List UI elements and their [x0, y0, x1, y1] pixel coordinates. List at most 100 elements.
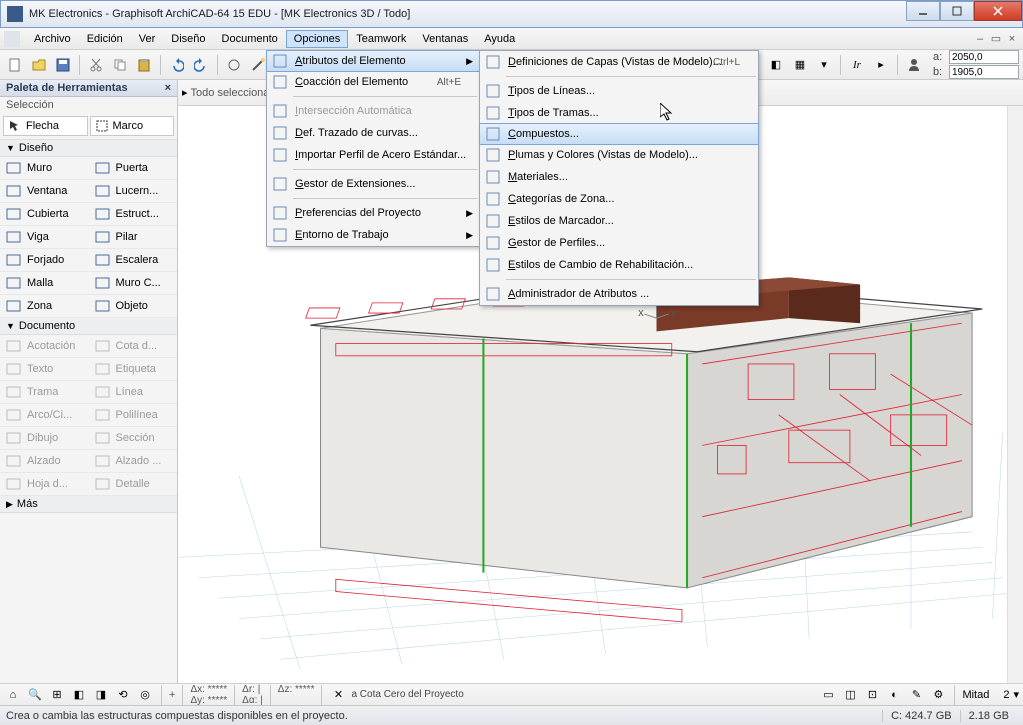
- marquee-tool[interactable]: Marco: [90, 116, 175, 136]
- opt-2-icon[interactable]: ◫: [841, 686, 859, 704]
- tool-ventana[interactable]: Ventana: [0, 180, 89, 203]
- menu-item[interactable]: Tipos de Tramas...: [480, 102, 758, 124]
- disk-free: 2.18 GB: [960, 710, 1017, 722]
- mdi-restore-icon[interactable]: ▭: [989, 32, 1003, 46]
- cut-icon[interactable]: [85, 54, 107, 76]
- nav-3-icon[interactable]: ⊞: [48, 686, 66, 704]
- tool-zona[interactable]: Zona: [0, 295, 89, 318]
- dropdown-small-icon[interactable]: ▾: [1013, 688, 1019, 701]
- tool-pilar[interactable]: Pilar: [89, 226, 178, 249]
- menu-item[interactable]: Tipos de Líneas...: [480, 80, 758, 102]
- open-icon[interactable]: [28, 54, 50, 76]
- scale-label: Mitad: [962, 689, 989, 701]
- person-icon[interactable]: [903, 54, 925, 76]
- submenu-arrow-icon: ▶: [466, 56, 473, 67]
- tool-viga[interactable]: Viga: [0, 226, 89, 249]
- tool-arcoci: Arco/Ci...: [0, 404, 89, 427]
- menu-item-icon: [484, 53, 502, 71]
- tool-puerta[interactable]: Puerta: [89, 157, 178, 180]
- menu-item[interactable]: Importar Perfil de Acero Estándar...: [267, 144, 479, 166]
- tool-etiqueta: Etiqueta: [89, 358, 178, 381]
- palette-close-icon[interactable]: ×: [165, 82, 171, 94]
- tool-icon: [5, 160, 23, 176]
- group-header[interactable]: ▼Diseño: [0, 140, 177, 157]
- menu-ver[interactable]: Ver: [131, 30, 164, 48]
- menu-item[interactable]: Definiciones de Capas (Vistas de Modelo)…: [480, 51, 758, 73]
- tool-objeto[interactable]: Objeto: [89, 295, 178, 318]
- tool-b-icon[interactable]: ◧: [765, 54, 787, 76]
- menu-item[interactable]: Preferencias del Proyecto▶: [267, 202, 479, 224]
- svg-text:x: x: [638, 307, 644, 319]
- nav-5-icon[interactable]: ◨: [92, 686, 110, 704]
- mdi-close-icon[interactable]: ×: [1005, 32, 1019, 46]
- tool-escalera[interactable]: Escalera: [89, 249, 178, 272]
- menu-item[interactable]: Estilos de Marcador...: [480, 210, 758, 232]
- menu-item[interactable]: Plumas y Colores (Vistas de Modelo)...: [480, 144, 758, 166]
- anchor-icon[interactable]: ✕: [329, 686, 347, 704]
- tool-cubierta[interactable]: Cubierta: [0, 203, 89, 226]
- tool-d-icon[interactable]: ▸: [870, 54, 892, 76]
- nav-1-icon[interactable]: ⌂: [4, 686, 22, 704]
- arrow-tool[interactable]: Flecha: [3, 116, 88, 136]
- menu-item[interactable]: Gestor de Perfiles...: [480, 232, 758, 254]
- nav-4-icon[interactable]: ◧: [70, 686, 88, 704]
- menu-item[interactable]: Gestor de Extensiones...: [267, 173, 479, 195]
- menu-ayuda[interactable]: Ayuda: [476, 30, 523, 48]
- copy-icon[interactable]: [109, 54, 131, 76]
- tool-forjado[interactable]: Forjado: [0, 249, 89, 272]
- close-button[interactable]: [974, 1, 1022, 21]
- tool-a-icon[interactable]: [223, 54, 245, 76]
- mdi-minimize-icon[interactable]: –: [973, 32, 987, 46]
- menu-item[interactable]: Def. Trazado de curvas...: [267, 122, 479, 144]
- menu-item-label: Tipos de Líneas...: [508, 85, 595, 97]
- nav-7-icon[interactable]: ◎: [136, 686, 154, 704]
- zoom-value: 2: [1003, 689, 1009, 701]
- nav-6-icon[interactable]: ⟲: [114, 686, 132, 704]
- save-icon[interactable]: [52, 54, 74, 76]
- window-title: MK Electronics - Graphisoft ArchiCAD-64 …: [29, 8, 906, 20]
- opt-1-icon[interactable]: ▭: [819, 686, 837, 704]
- menu-archivo[interactable]: Archivo: [26, 30, 79, 48]
- menu-item[interactable]: Categorías de Zona...: [480, 188, 758, 210]
- dropdown-icon[interactable]: ▾: [813, 54, 835, 76]
- menu-item[interactable]: Materiales...: [480, 166, 758, 188]
- menu-item[interactable]: Compuestos...: [479, 123, 759, 145]
- coord-b-input[interactable]: [949, 65, 1019, 79]
- menu-item[interactable]: Coacción del ElementoAlt+E: [267, 71, 479, 93]
- menu-diseño[interactable]: Diseño: [163, 30, 213, 48]
- maximize-button[interactable]: [940, 1, 974, 21]
- tool-malla[interactable]: Malla: [0, 272, 89, 295]
- menu-item[interactable]: Estilos de Cambio de Rehabilitación...: [480, 254, 758, 276]
- opt-4-icon[interactable]: ◐: [885, 686, 903, 704]
- menu-documento[interactable]: Documento: [214, 30, 286, 48]
- opt-5-icon[interactable]: ✎: [907, 686, 925, 704]
- vertical-scrollbar[interactable]: [1007, 106, 1023, 683]
- tool-muroc[interactable]: Muro C...: [89, 272, 178, 295]
- opt-6-icon[interactable]: ⚙: [929, 686, 947, 704]
- menu-opciones[interactable]: Opciones: [286, 30, 348, 48]
- menu-item-label: Gestor de Perfiles...: [508, 237, 605, 249]
- tool-ir-icon[interactable]: Ir: [846, 54, 868, 76]
- nav-2-icon[interactable]: 🔍: [26, 686, 44, 704]
- paste-icon[interactable]: [133, 54, 155, 76]
- minimize-button[interactable]: [906, 1, 940, 21]
- coord-a-input[interactable]: [949, 50, 1019, 64]
- menu-ventanas[interactable]: Ventanas: [414, 30, 476, 48]
- opt-3-icon[interactable]: ⊡: [863, 686, 881, 704]
- undo-icon[interactable]: [166, 54, 188, 76]
- menu-item-label: Categorías de Zona...: [508, 193, 614, 205]
- menu-item[interactable]: Administrador de Atributos ...: [480, 283, 758, 305]
- tool-c-icon[interactable]: ▦: [789, 54, 811, 76]
- new-icon[interactable]: [4, 54, 26, 76]
- menu-edición[interactable]: Edición: [79, 30, 131, 48]
- menu-teamwork[interactable]: Teamwork: [348, 30, 414, 48]
- tool-estruct[interactable]: Estruct...: [89, 203, 178, 226]
- tool-lucern[interactable]: Lucern...: [89, 180, 178, 203]
- tool-muro[interactable]: Muro: [0, 157, 89, 180]
- options-menu: Atributos del Elemento▶Coacción del Elem…: [266, 50, 480, 247]
- redo-icon[interactable]: [190, 54, 212, 76]
- group-header[interactable]: ▶Más: [0, 496, 177, 513]
- menu-item[interactable]: Entorno de Trabajo▶: [267, 224, 479, 246]
- menu-item[interactable]: Atributos del Elemento▶: [266, 50, 480, 72]
- group-header[interactable]: ▼Documento: [0, 318, 177, 335]
